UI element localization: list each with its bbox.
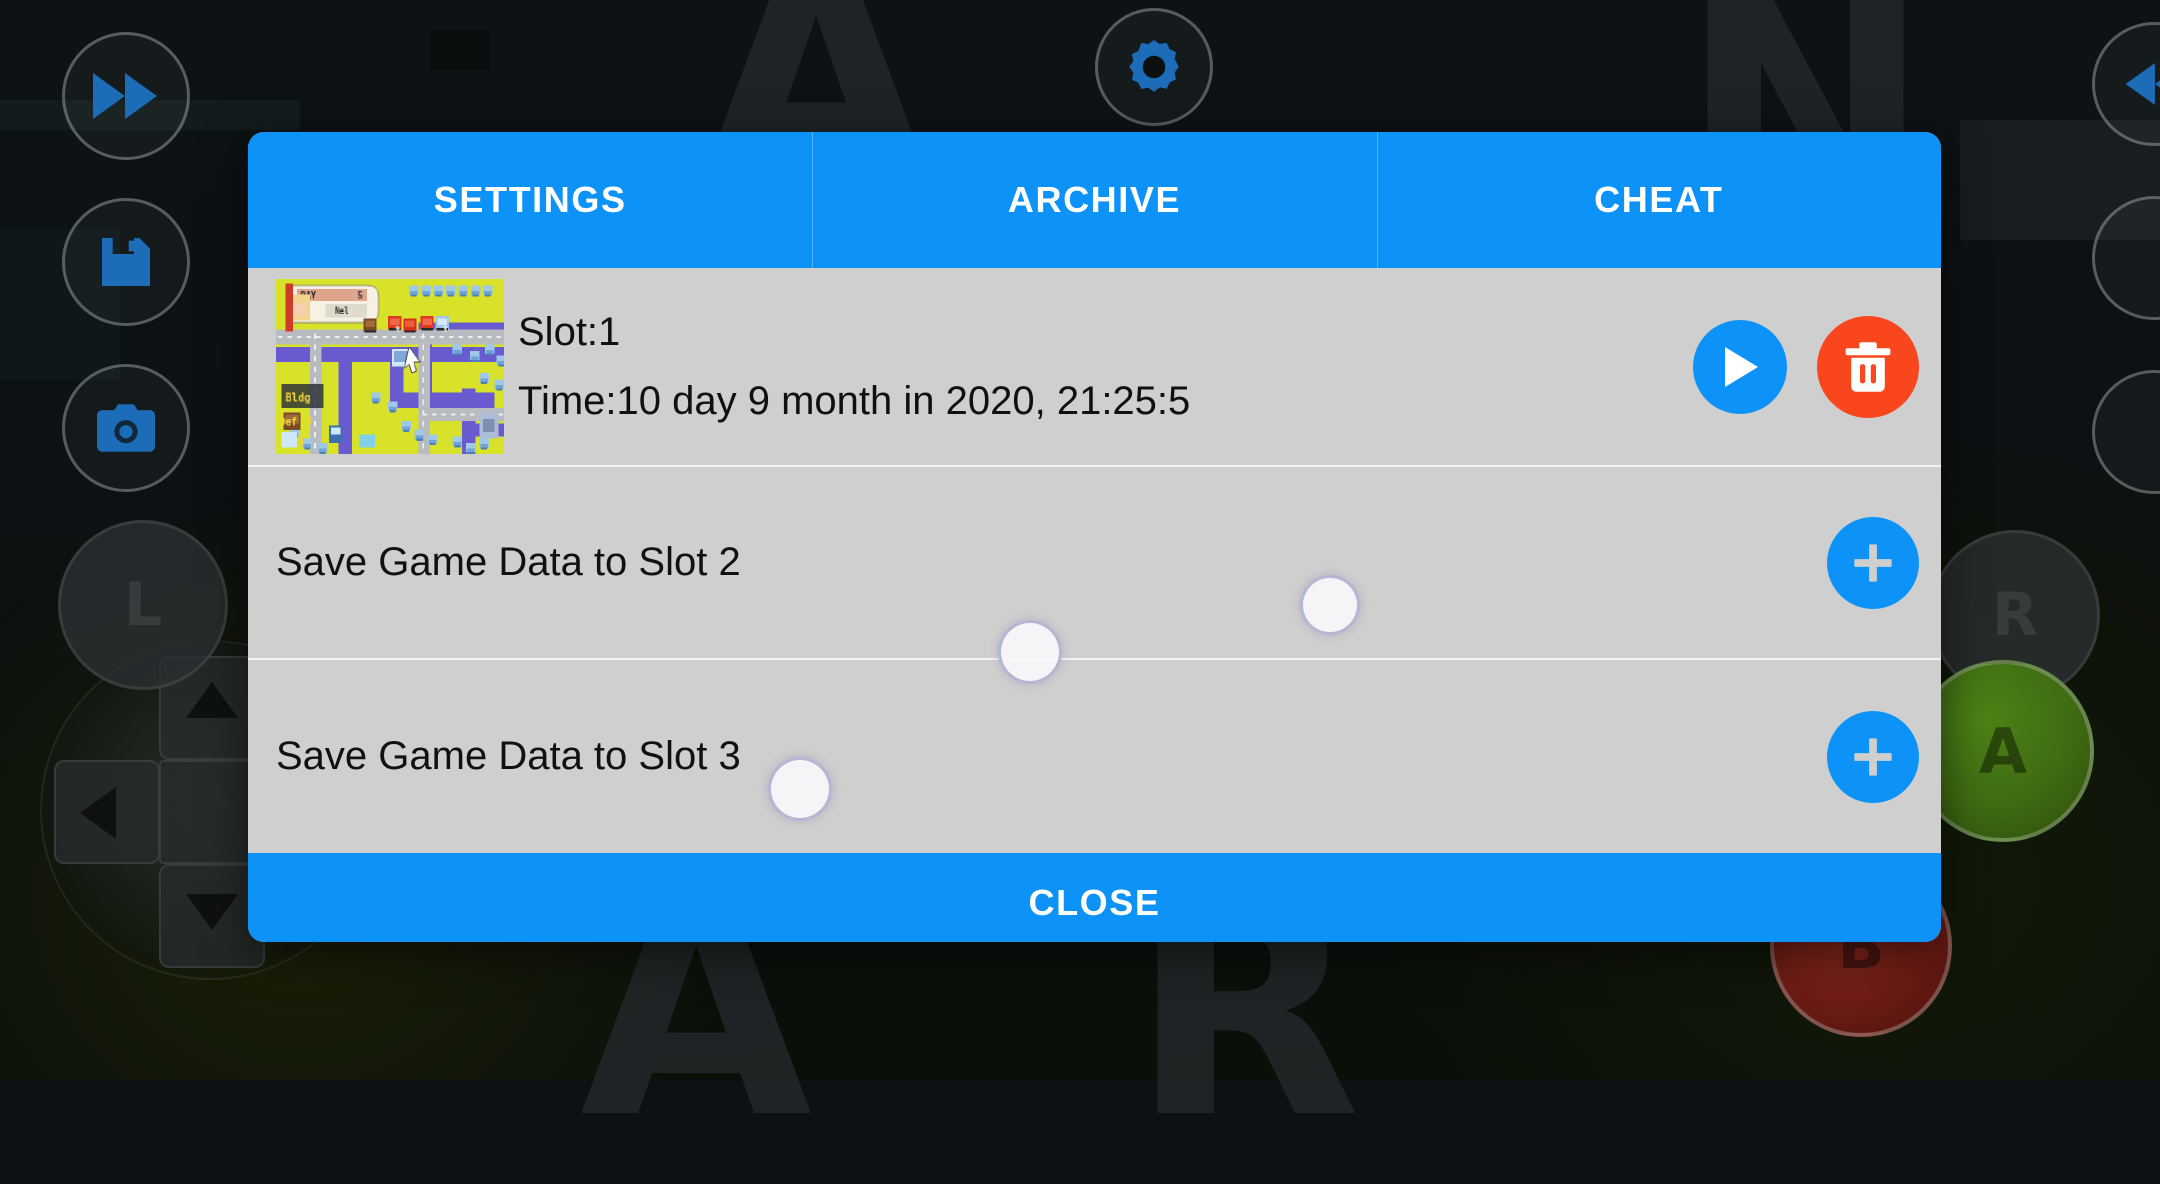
settings-button[interactable] [1095,8,1213,126]
tab-cheat[interactable]: CHEAT [1377,132,1941,268]
fast-forward-icon [91,69,161,123]
slot-timestamp: Time:10 day 9 month in 2020, 21:25:5 [518,379,1190,424]
slot-row-empty-3[interactable]: Save Game Data to Slot 3 [248,660,1941,853]
save-to-slot-button[interactable] [1827,517,1919,609]
delete-state-button[interactable] [1817,316,1919,418]
dialog-tab-bar: SETTINGS ARCHIVE CHEAT [248,132,1941,268]
tab-archive-label: ARCHIVE [1008,179,1181,221]
tab-archive[interactable]: ARCHIVE [812,132,1376,268]
dpad-up-arrow-icon [186,682,238,718]
trash-icon [1842,339,1894,395]
slot-row-label: Save Game Data to Slot 2 [276,540,741,585]
tab-settings-label: SETTINGS [434,179,627,221]
touch-indicator [768,757,832,821]
slot-row-actions [1827,517,1919,609]
shoulder-button-l[interactable]: L [58,520,228,690]
save-state-thumbnail [276,279,504,454]
plus-icon [1847,537,1899,589]
close-button-label: CLOSE [1028,882,1160,924]
dpad-left-arrow-icon [80,787,116,839]
advance-wars-map-thumbnail [276,279,504,454]
load-state-button[interactable] [1693,320,1787,414]
floppy-disk-icon [94,230,158,294]
slot-row-actions [1693,316,1919,418]
slot-info: Slot:1 Time:10 day 9 month in 2020, 21:2… [518,310,1190,424]
slot-title: Slot:1 [518,310,1190,355]
close-button[interactable]: CLOSE [248,853,1941,942]
gear-icon [1121,34,1187,100]
touch-indicator [1300,575,1360,635]
camera-icon [93,399,159,457]
screenshot-button[interactable] [62,364,190,492]
fast-forward-button[interactable] [62,32,190,160]
plus-icon [1847,731,1899,783]
slot-row-empty-2[interactable]: Save Game Data to Slot 2 [248,467,1941,660]
save-state-button[interactable] [62,198,190,326]
slot-row-saved[interactable]: Slot:1 Time:10 day 9 month in 2020, 21:2… [248,268,1941,467]
shoulder-r-label: R [1992,580,2038,650]
archive-dialog: SETTINGS ARCHIVE CHEAT Slot:1 Time:10 da… [248,132,1941,942]
slot-row-actions [1827,711,1919,803]
play-icon [1719,344,1761,390]
background-pixel [430,30,490,70]
slot-list: Slot:1 Time:10 day 9 month in 2020, 21:2… [248,268,1941,853]
button-a-label: A [1979,715,2027,788]
tab-cheat-label: CHEAT [1594,179,1723,221]
tab-settings[interactable]: SETTINGS [248,132,812,268]
dpad-down-arrow-icon [186,894,238,930]
save-to-slot-button[interactable] [1827,711,1919,803]
shoulder-l-label: L [124,570,162,640]
right-aux-button-2[interactable] [2092,370,2160,494]
rewind-icon [2122,59,2160,109]
slot-row-label: Save Game Data to Slot 3 [276,734,741,779]
touch-indicator [998,620,1062,684]
